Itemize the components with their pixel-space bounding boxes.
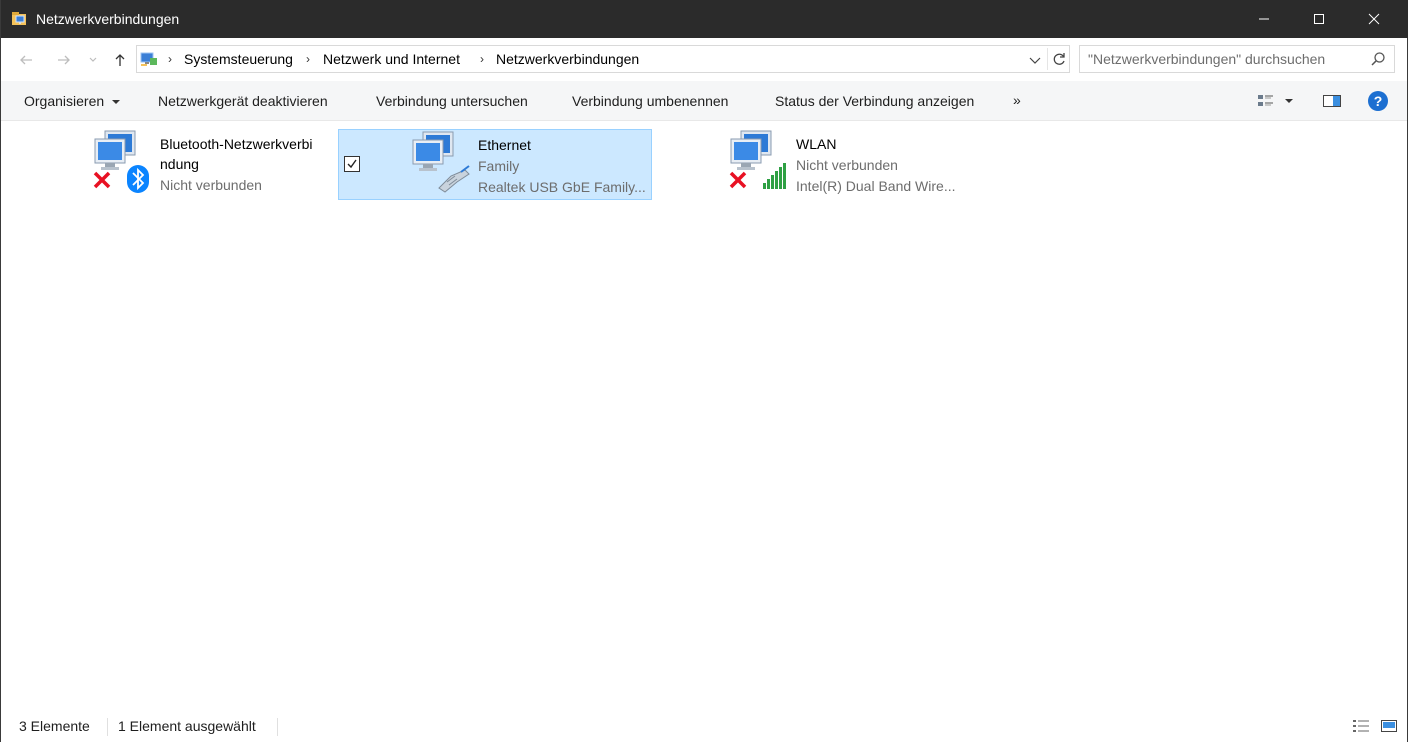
help-button[interactable]: ?	[1367, 90, 1389, 112]
minimize-button[interactable]	[1241, 0, 1287, 38]
status-divider	[277, 718, 278, 736]
bluetooth-icon	[127, 165, 149, 193]
breadcrumb-separator: ›	[480, 52, 484, 66]
diagnose-connection-button[interactable]: Verbindung untersuchen	[376, 93, 528, 109]
connection-name-line2: ndung	[160, 156, 199, 172]
connection-item-ethernet[interactable]: Ethernet Family Realtek USB GbE Family..…	[338, 129, 652, 200]
control-panel-icon	[140, 51, 158, 67]
connection-item-wlan[interactable]: WLAN Nicht verbunden Intel(R) Dual Band …	[727, 129, 1041, 200]
back-button[interactable]	[14, 48, 38, 72]
connection-status: Family	[478, 158, 520, 174]
more-commands-button[interactable]: »	[1013, 92, 1021, 108]
search-input[interactable]	[1088, 50, 1358, 68]
maximize-button[interactable]	[1296, 0, 1342, 38]
connections-view: Bluetooth-Netzwerkverbi ndung Nicht verb…	[1, 122, 1407, 702]
title-bar[interactable]: Netzwerkverbindungen	[1, 0, 1408, 38]
connection-adapter: Intel(R) Dual Band Wire...	[796, 178, 956, 194]
view-options-icon	[1258, 95, 1273, 106]
preview-pane-button[interactable]	[1321, 90, 1343, 112]
caret-down-icon	[1285, 99, 1293, 103]
ethernet-network-icon	[411, 130, 481, 200]
window-title: Netzwerkverbindungen	[36, 11, 180, 27]
wifi-network-icon	[727, 129, 797, 199]
signal-bars-icon	[763, 163, 786, 189]
explorer-window: Netzwerkverbindungen › Systemsteuerung ›…	[0, 0, 1408, 742]
rename-connection-button[interactable]: Verbindung umbenennen	[572, 93, 728, 109]
close-icon	[1368, 13, 1380, 25]
navigation-bar: › Systemsteuerung › Netzwerk und Interne…	[1, 38, 1407, 81]
preview-pane-icon	[1323, 95, 1341, 107]
search-icon[interactable]	[1370, 51, 1386, 67]
chevron-down-icon	[89, 57, 97, 62]
organize-menu[interactable]: Organisieren	[24, 93, 121, 109]
arrow-right-icon	[58, 55, 70, 65]
connection-name-line1: Bluetooth-Netzwerkverbi	[160, 136, 313, 152]
arrow-left-icon	[20, 55, 32, 65]
view-status-button[interactable]: Status der Verbindung anzeigen	[775, 93, 974, 109]
minimize-icon	[1259, 18, 1269, 20]
change-view-button[interactable]	[1255, 90, 1277, 112]
selection-checkbox[interactable]	[344, 156, 360, 172]
selection-count: 1 Element ausgewählt	[118, 718, 256, 734]
network-folder-icon	[11, 10, 29, 28]
large-icons-view-button[interactable]	[1380, 718, 1398, 734]
address-history-dropdown[interactable]	[1027, 52, 1043, 68]
maximize-icon	[1314, 14, 1324, 24]
disable-device-button[interactable]: Netzwerkgerät deaktivieren	[158, 93, 328, 109]
connection-name: WLAN	[796, 136, 837, 152]
help-icon: ?	[1368, 91, 1388, 111]
close-button[interactable]	[1351, 0, 1397, 38]
caret-down-icon	[112, 100, 121, 105]
connection-name: Bluetooth-Netzwerkverbi ndung	[160, 134, 330, 174]
connection-status: Nicht verbunden	[796, 157, 898, 173]
breadcrumb-separator: ›	[168, 52, 172, 66]
refresh-button[interactable]	[1047, 48, 1069, 70]
details-view-icon	[1353, 720, 1369, 732]
forward-button[interactable]	[52, 48, 76, 72]
item-count: 3 Elemente	[19, 718, 90, 734]
connection-status: Nicht verbunden	[160, 177, 262, 193]
breadcrumb-netzwerk-und-internet[interactable]: Netzwerk und Internet	[323, 51, 460, 67]
status-divider	[107, 718, 108, 736]
bluetooth-network-icon	[91, 129, 161, 199]
address-bar[interactable]: › Systemsteuerung › Netzwerk und Interne…	[136, 45, 1070, 73]
recent-locations-button[interactable]	[83, 48, 103, 72]
refresh-icon	[1053, 53, 1065, 65]
organize-label: Organisieren	[24, 93, 105, 109]
svg-text:?: ?	[1374, 93, 1383, 109]
search-box[interactable]	[1079, 45, 1395, 73]
chevron-down-icon	[1029, 57, 1041, 64]
view-options-dropdown[interactable]	[1281, 90, 1297, 112]
checkmark-icon	[347, 159, 357, 169]
arrow-up-icon	[115, 54, 125, 66]
connection-name: Ethernet	[478, 137, 531, 153]
breadcrumb-separator: ›	[306, 52, 310, 66]
status-bar: 3 Elemente 1 Element ausgewählt	[1, 712, 1407, 742]
details-view-button[interactable]	[1352, 718, 1370, 734]
network-cable-icon	[438, 165, 470, 193]
large-icons-view-icon	[1381, 720, 1397, 732]
up-button[interactable]	[108, 48, 132, 72]
connection-adapter: Realtek USB GbE Family...	[478, 179, 646, 195]
error-x-icon	[729, 171, 747, 189]
breadcrumb-systemsteuerung[interactable]: Systemsteuerung	[184, 51, 293, 67]
command-bar: Organisieren Netzwerkgerät deaktivieren …	[1, 81, 1407, 121]
breadcrumb-netzwerkverbindungen[interactable]: Netzwerkverbindungen	[496, 51, 639, 67]
error-x-icon	[93, 171, 111, 189]
